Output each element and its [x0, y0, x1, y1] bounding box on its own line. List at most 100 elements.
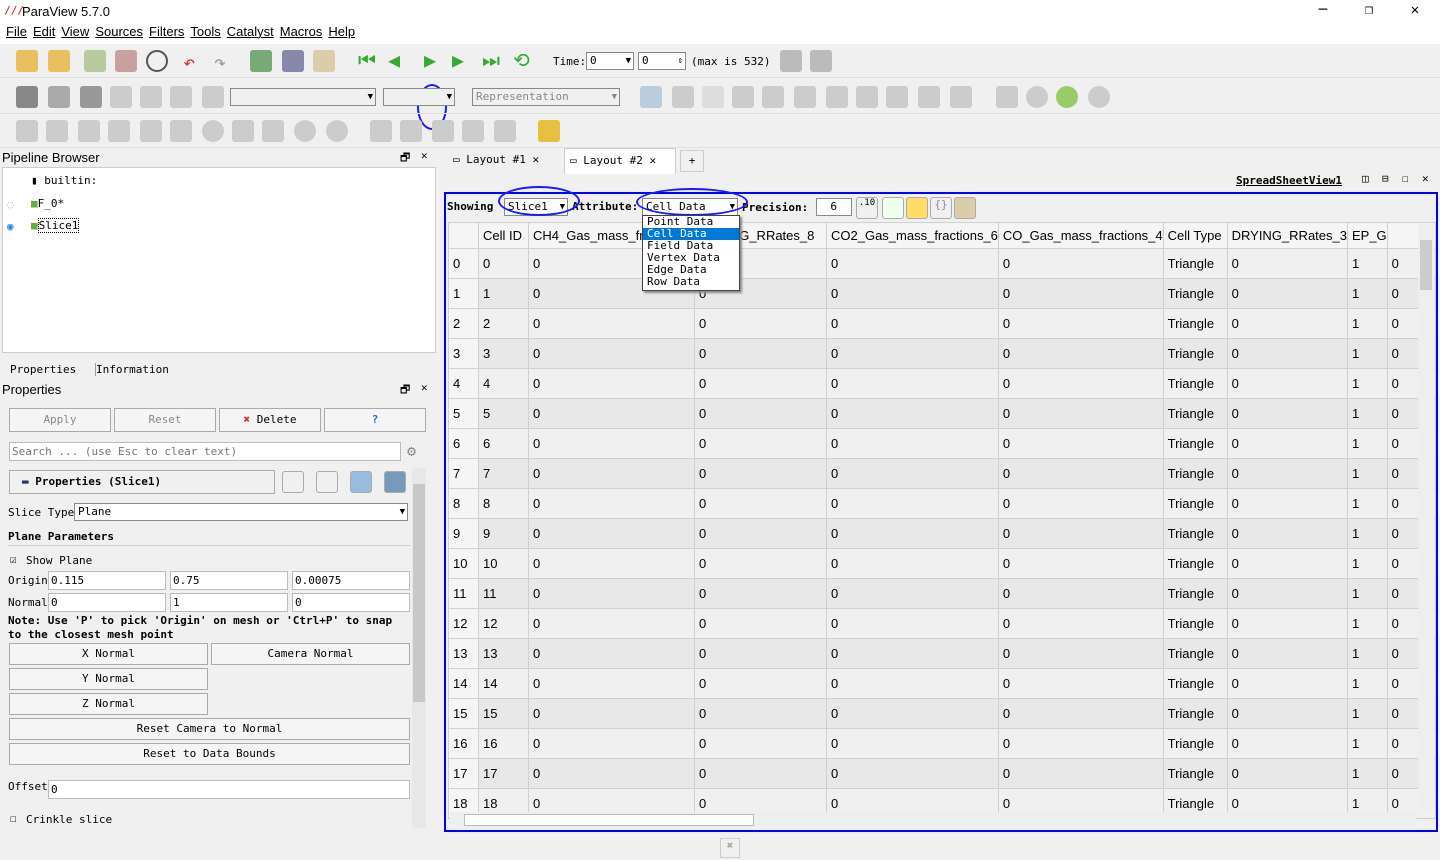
table-cell[interactable]: 0: [826, 518, 999, 549]
table-cell[interactable]: 0: [1226, 758, 1348, 789]
table-cell[interactable]: 0: [1226, 458, 1348, 489]
view-plus-z-icon[interactable]: [856, 86, 878, 108]
table-cell[interactable]: 0: [997, 428, 1164, 459]
row-header[interactable]: 9: [448, 518, 479, 549]
table-cell[interactable]: 0: [528, 608, 695, 639]
table-cell[interactable]: 0: [826, 398, 999, 429]
table-cell[interactable]: 0: [1226, 488, 1348, 519]
table-cell[interactable]: 0: [826, 578, 999, 609]
close-panel-icon[interactable]: ✕: [421, 149, 428, 162]
rotation-center-icon[interactable]: [1088, 86, 1110, 108]
table-cell[interactable]: 0: [1226, 698, 1348, 729]
table-cell[interactable]: Triangle: [1162, 548, 1228, 579]
first-frame-icon[interactable]: ⏮: [358, 48, 376, 72]
edit-color-map-icon[interactable]: [48, 86, 70, 108]
rotate-minus-90-icon[interactable]: [950, 86, 972, 108]
pipeline-item-slice1[interactable]: ■Slice1: [31, 218, 80, 233]
column-header[interactable]: DRYING_RRates_3: [1226, 222, 1348, 249]
table-row[interactable]: 4 4 0 0 0 0 Triangle 0 1 0: [448, 368, 1436, 399]
close-tab-icon[interactable]: ✕: [532, 153, 539, 166]
menu-edit[interactable]: Edit: [33, 24, 55, 39]
fixed-notation-icon[interactable]: .10: [856, 197, 878, 219]
normal-y-field[interactable]: 1: [170, 593, 288, 612]
split-horizontal-icon[interactable]: ◫: [1362, 172, 1369, 185]
table-cell[interactable]: 1: [1346, 518, 1388, 549]
table-cell[interactable]: Triangle: [1162, 488, 1228, 519]
calculator-icon[interactable]: [16, 120, 38, 142]
view-plus-y-icon[interactable]: [794, 86, 816, 108]
menu-view[interactable]: View: [61, 24, 89, 39]
table-cell[interactable]: Triangle: [1162, 278, 1228, 309]
table-cell[interactable]: 0: [1226, 368, 1348, 399]
table-row[interactable]: 9 9 0 0 0 0 Triangle 0 1 0: [448, 518, 1436, 549]
table-cell[interactable]: 0: [1226, 308, 1348, 339]
histogram-icon[interactable]: [462, 120, 484, 142]
rescale-custom-icon[interactable]: [110, 86, 132, 108]
origin-z-field[interactable]: 0.00075: [292, 571, 410, 590]
table-cell[interactable]: 12: [478, 608, 529, 639]
table-cell[interactable]: 5: [478, 398, 529, 429]
table-cell[interactable]: 0: [694, 518, 827, 549]
table-cell[interactable]: 0: [997, 488, 1164, 519]
row-header[interactable]: 5: [448, 398, 479, 429]
time-index-spinbox[interactable]: 0 ⇕: [638, 52, 686, 70]
selection-only-icon[interactable]: [882, 197, 904, 219]
menu-sources[interactable]: Sources: [95, 24, 143, 39]
table-cell[interactable]: 0: [528, 368, 695, 399]
z-normal-button[interactable]: Z Normal: [9, 693, 208, 715]
copy-icon[interactable]: [282, 471, 304, 493]
x-normal-button[interactable]: X Normal: [9, 643, 208, 665]
table-row[interactable]: 1 1 0 0 0 0 Triangle 0 1 0: [448, 278, 1436, 309]
close-window-button[interactable]: ✕: [1392, 2, 1438, 18]
table-cell[interactable]: 0: [826, 728, 999, 759]
table-cell[interactable]: 0: [528, 638, 695, 669]
table-cell[interactable]: 0: [1226, 428, 1348, 459]
close-tab-icon[interactable]: ✕: [649, 154, 656, 167]
table-cell[interactable]: 0: [528, 698, 695, 729]
scrollbar-thumb[interactable]: [464, 814, 754, 826]
table-cell[interactable]: 0: [997, 338, 1164, 369]
table-cell[interactable]: 0: [528, 728, 695, 759]
export-spreadsheet-icon[interactable]: [954, 197, 976, 219]
table-row[interactable]: 000000Triangle010: [448, 248, 1436, 279]
float-panel-icon[interactable]: 🗗: [400, 381, 410, 400]
table-cell[interactable]: 0: [528, 338, 695, 369]
table-cell[interactable]: 0: [694, 548, 827, 579]
table-cell[interactable]: 0: [826, 248, 999, 279]
reset-range-icon[interactable]: [80, 86, 102, 108]
row-header[interactable]: 10: [448, 548, 479, 579]
reset-camera-closest-icon[interactable]: [640, 86, 662, 108]
table-cell[interactable]: 0: [997, 368, 1164, 399]
table-cell[interactable]: 7: [478, 458, 529, 489]
rescale-temporal-icon[interactable]: [140, 86, 162, 108]
table-cell[interactable]: 0: [1226, 398, 1348, 429]
table-cell[interactable]: 0: [694, 488, 827, 519]
row-header[interactable]: 17: [448, 758, 479, 789]
table-cell[interactable]: 0: [826, 608, 999, 639]
properties-search-input[interactable]: [9, 442, 401, 461]
rotate-plus-90-icon[interactable]: [918, 86, 940, 108]
view-minus-x-icon[interactable]: [762, 86, 784, 108]
table-cell[interactable]: Triangle: [1162, 338, 1228, 369]
minimize-button[interactable]: ─: [1300, 2, 1346, 18]
table-cell[interactable]: 0: [694, 578, 827, 609]
table-cell[interactable]: Triangle: [1162, 308, 1228, 339]
table-cell[interactable]: 1: [1346, 578, 1388, 609]
table-cell[interactable]: 0: [1226, 578, 1348, 609]
table-cell[interactable]: 0: [997, 698, 1164, 729]
table-cell[interactable]: 0: [694, 668, 827, 699]
table-cell[interactable]: 0: [694, 458, 827, 489]
table-cell[interactable]: 2: [478, 308, 529, 339]
table-cell[interactable]: 1: [1346, 728, 1388, 759]
float-panel-icon[interactable]: 🗗: [400, 149, 410, 168]
table-cell[interactable]: 0: [1226, 338, 1348, 369]
table-cell[interactable]: Triangle: [1162, 758, 1228, 789]
glyph-icon[interactable]: [202, 120, 224, 142]
tab-information[interactable]: Information: [95, 363, 169, 376]
table-cell[interactable]: Triangle: [1162, 608, 1228, 639]
zoom-to-data-icon[interactable]: [672, 86, 694, 108]
row-header[interactable]: 1: [448, 278, 479, 309]
pick-center-icon[interactable]: [1056, 86, 1078, 108]
color-palette-icon[interactable]: [313, 50, 335, 72]
option-row-data[interactable]: Row Data: [643, 276, 739, 288]
